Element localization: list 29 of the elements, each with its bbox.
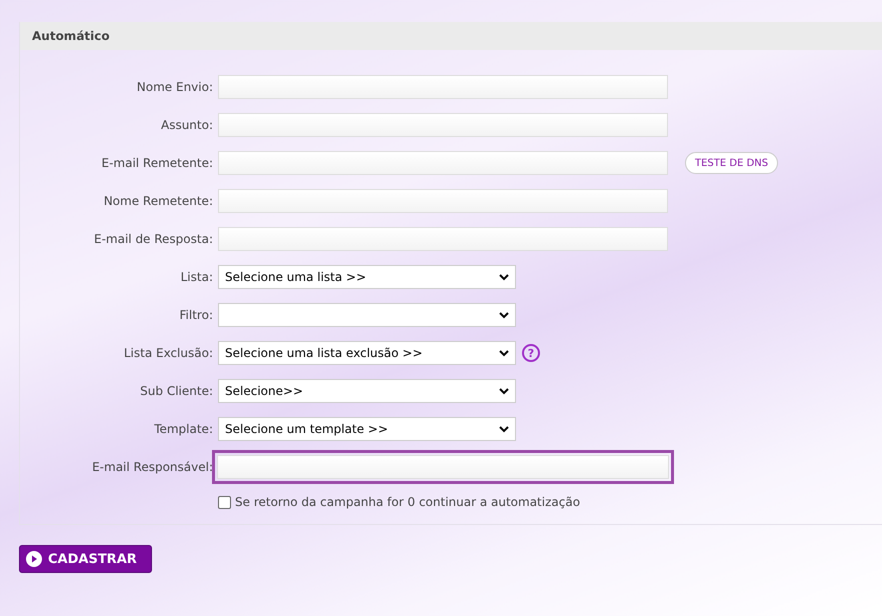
field-label: Lista:: [180, 270, 213, 284]
field-label: Sub Cliente:: [139, 384, 213, 398]
field-label: E-mail Responsável:: [91, 460, 213, 474]
select-dropdown[interactable]: Selecione>>: [218, 379, 516, 403]
chevron-down-icon: [499, 350, 509, 356]
panel-title: Automático: [32, 29, 110, 43]
field-label: E-mail Remetente:: [100, 156, 213, 170]
help-icon[interactable]: ?: [522, 344, 540, 362]
checkbox[interactable]: [218, 496, 231, 508]
select-dropdown[interactable]: Selecione uma lista >>: [218, 265, 516, 289]
submit-button[interactable]: CADASTRAR: [19, 545, 152, 573]
chevron-down-icon: [499, 312, 509, 318]
dns-test-button[interactable]: TESTE DE DNS: [685, 152, 778, 174]
field-label: E-mail de Resposta:: [93, 232, 213, 246]
select-dropdown[interactable]: [218, 303, 516, 327]
chevron-down-icon: [499, 388, 509, 394]
field-label: Nome Envio:: [136, 80, 213, 94]
select-dropdown[interactable]: Selecione um template >>: [218, 417, 516, 441]
field-label: Template:: [153, 422, 213, 436]
checkbox-label: Se retorno da campanha for 0 continuar a automatização: [235, 495, 580, 509]
field-label: Assunto:: [160, 118, 213, 132]
select-dropdown[interactable]: Selecione uma lista exclusão >>: [218, 341, 516, 365]
input-field[interactable]: [212, 450, 674, 484]
field-label: Filtro:: [178, 308, 213, 322]
field-label: Nome Remetente:: [102, 194, 213, 208]
play-icon: [26, 551, 42, 567]
field-label: Lista Exclusão:: [122, 346, 213, 360]
chevron-down-icon: [499, 426, 509, 432]
chevron-down-icon: [499, 274, 509, 280]
